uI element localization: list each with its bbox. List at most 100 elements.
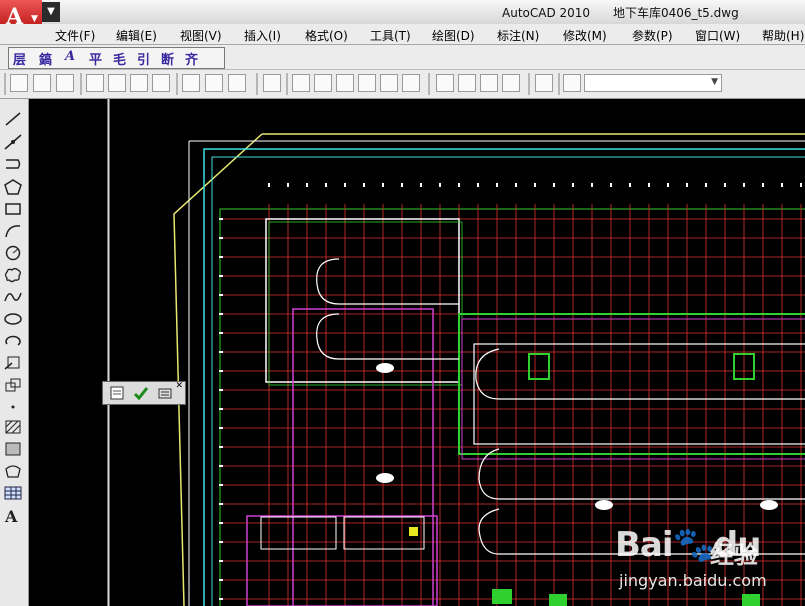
menu-draw[interactable]: 绘图(D) <box>432 27 475 44</box>
tool-palettes-icon[interactable] <box>130 74 148 92</box>
markup-icon[interactable] <box>152 74 170 92</box>
layer-state-icon[interactable] <box>157 385 173 401</box>
ne-iso-view-icon[interactable] <box>480 74 498 92</box>
dimension-tick <box>219 446 223 448</box>
tz-text-button[interactable]: A <box>65 49 75 64</box>
dimension-tick <box>219 370 223 372</box>
dimension-tick <box>268 183 270 187</box>
spline-icon[interactable] <box>4 289 22 305</box>
named-view-combo[interactable]: ▼ <box>584 74 722 92</box>
toolbar-separator <box>176 73 178 95</box>
dimension-tick <box>667 183 669 187</box>
nw-iso-view-icon[interactable] <box>502 74 520 92</box>
tz-hair-button[interactable]: 毛 <box>113 49 126 68</box>
rectangle-icon[interactable] <box>4 201 22 217</box>
notepad-icon[interactable] <box>109 385 125 401</box>
floating-toolbar: ✕ <box>102 381 186 405</box>
ellipse-icon[interactable] <box>4 311 22 327</box>
line-icon[interactable] <box>4 111 22 127</box>
dimension-tick <box>496 183 498 187</box>
quick-access-dropdown-button[interactable]: ▼ <box>42 2 60 22</box>
dimension-tick <box>686 183 688 187</box>
menu-window[interactable]: 窗口(W) <box>695 27 740 44</box>
table-icon[interactable] <box>4 485 22 501</box>
tz-flat-button[interactable]: 平 <box>89 49 102 68</box>
dimension-tick <box>705 183 707 187</box>
bottom-view-icon[interactable] <box>314 74 332 92</box>
dimension-tick <box>219 218 223 220</box>
multiline-text-icon[interactable]: A <box>5 507 17 526</box>
dimension-tick <box>724 183 726 187</box>
construction-line-icon[interactable] <box>4 134 22 150</box>
image-manager-icon[interactable] <box>10 74 28 92</box>
ellipse-arc-icon[interactable] <box>4 333 22 349</box>
toolbar-separator <box>428 73 430 95</box>
menu-modify[interactable]: 修改(M) <box>563 27 607 44</box>
dimension-tick <box>591 183 593 187</box>
web-icon[interactable] <box>228 74 246 92</box>
dimension-tick <box>344 183 346 187</box>
tz-edit-button[interactable]: 鎬 <box>39 49 52 68</box>
tz-layer-button[interactable]: 层 <box>13 49 26 68</box>
menu-format[interactable]: 格式(O) <box>305 27 348 44</box>
gradient-icon[interactable] <box>4 441 22 457</box>
dimension-tick <box>219 427 223 429</box>
back-view-icon[interactable] <box>402 74 420 92</box>
menu-parameter[interactable]: 参数(P) <box>632 27 673 44</box>
dimension-tick <box>382 183 384 187</box>
tz-align-button[interactable]: 齐 <box>185 49 198 68</box>
zoom-realtime-icon[interactable] <box>563 74 581 92</box>
check-icon[interactable] <box>133 385 149 401</box>
front-view-icon[interactable] <box>380 74 398 92</box>
se-iso-view-icon[interactable] <box>458 74 476 92</box>
polyline-icon[interactable] <box>4 156 22 172</box>
jingyan-text: 经验 <box>710 541 758 569</box>
app-name: AutoCAD 2010 <box>502 6 591 20</box>
dimension-tick <box>458 183 460 187</box>
close-icon[interactable]: ✕ <box>175 381 183 391</box>
menu-help[interactable]: 帮助(H) <box>762 27 804 44</box>
dimension-tick <box>420 183 422 187</box>
dimension-tick <box>610 183 612 187</box>
point-icon[interactable] <box>4 399 22 415</box>
help-icon[interactable] <box>182 74 200 92</box>
menu-file[interactable]: 文件(F) <box>55 27 95 44</box>
dimension-tick <box>287 183 289 187</box>
menu-view[interactable]: 视图(V) <box>180 27 222 44</box>
image-frame-icon[interactable] <box>56 74 74 92</box>
dimension-tick <box>219 313 223 315</box>
toolbar-separator <box>80 73 82 95</box>
toolbar-separator <box>528 73 530 95</box>
toolbar-separator <box>558 73 560 95</box>
polygon-icon[interactable] <box>4 179 22 195</box>
arc-icon[interactable] <box>4 223 22 239</box>
edit-image-icon[interactable] <box>33 74 51 92</box>
properties-icon[interactable] <box>86 74 104 92</box>
right-view-icon[interactable] <box>358 74 376 92</box>
menu-insert[interactable]: 插入(I) <box>244 27 281 44</box>
search-help-icon[interactable] <box>205 74 223 92</box>
tz-leader-button[interactable]: 引 <box>137 49 150 68</box>
dimension-tick <box>219 256 223 258</box>
menu-edit[interactable]: 编辑(E) <box>116 27 157 44</box>
sw-iso-view-icon[interactable] <box>436 74 454 92</box>
insert-block-icon[interactable] <box>4 355 22 371</box>
tianzheng-toolbar: 层 鎬 A 平 毛 引 断 齐 <box>8 47 225 69</box>
dimension-tick <box>219 541 223 543</box>
tz-break-button[interactable]: 断 <box>161 49 174 68</box>
camera-icon[interactable] <box>535 74 553 92</box>
named-views-icon[interactable] <box>263 74 281 92</box>
design-center-icon[interactable] <box>108 74 126 92</box>
region-icon[interactable] <box>4 463 22 479</box>
toolbar-separator <box>286 73 288 95</box>
top-view-icon[interactable] <box>292 74 310 92</box>
hatch-icon[interactable] <box>4 419 22 435</box>
revision-cloud-icon[interactable] <box>4 267 22 283</box>
dimension-tick <box>219 237 223 239</box>
make-block-icon[interactable] <box>4 377 22 393</box>
left-view-icon[interactable] <box>336 74 354 92</box>
circle-icon[interactable] <box>4 245 22 261</box>
dimension-tick <box>762 183 764 187</box>
menu-tools[interactable]: 工具(T) <box>370 27 411 44</box>
menu-dimension[interactable]: 标注(N) <box>497 27 539 44</box>
